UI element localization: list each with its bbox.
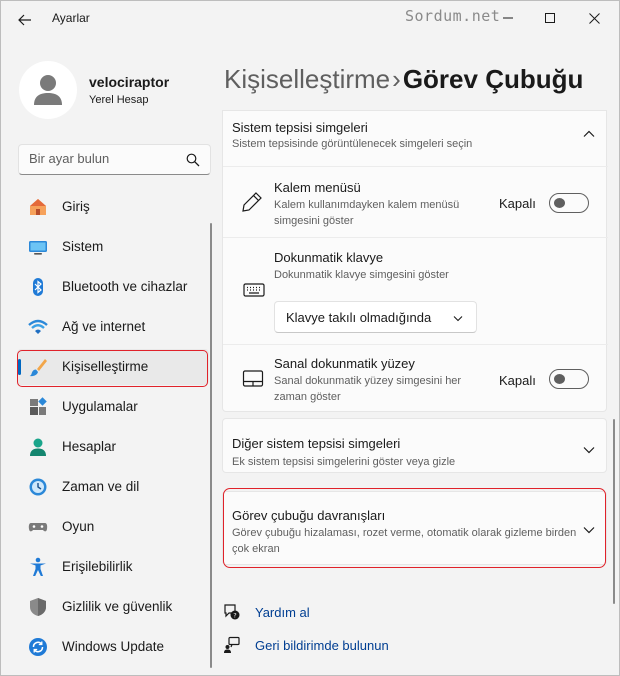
sidebar-item-ag[interactable]: Ağ ve internet xyxy=(17,309,209,345)
pen-icon xyxy=(242,192,262,212)
search-icon[interactable] xyxy=(186,153,200,167)
sidebar-item-uygulamalar[interactable]: Uygulamalar xyxy=(17,389,209,425)
sidebar-item-label: Uygulamalar xyxy=(62,399,138,414)
sidebar-item-giris[interactable]: Giriş xyxy=(17,189,209,225)
shield-icon xyxy=(30,598,46,616)
tray-icons-header[interactable]: Sistem tepsisi simgeleri Sistem tepsisin… xyxy=(223,111,608,166)
user-avatar-icon xyxy=(34,75,62,105)
tray-icons-title: Sistem tepsisi simgeleri xyxy=(232,120,368,135)
monitor-icon xyxy=(29,241,47,255)
update-icon xyxy=(29,638,47,656)
avatar[interactable] xyxy=(19,61,77,119)
person-icon xyxy=(30,438,46,456)
other-tray-description: Ek sistem tepsisi simgelerini göster vey… xyxy=(232,456,456,468)
feedback-link[interactable]: Geri bildirimde bulunun xyxy=(223,636,389,654)
chevron-up-icon[interactable] xyxy=(582,127,596,141)
touch-keyboard-dropdown[interactable]: Klavye takılı olmadığında xyxy=(274,301,477,333)
pen-menu-state: Kapalı xyxy=(499,196,536,211)
sidebar-item-label: Erişilebilirlik xyxy=(62,559,133,574)
virtual-touchpad-toggle[interactable] xyxy=(549,369,589,389)
maximize-button[interactable] xyxy=(529,5,571,31)
virtual-touchpad-state: Kapalı xyxy=(499,373,536,388)
divider xyxy=(223,166,608,167)
title-bar: Ayarlar Sordum.net xyxy=(1,1,619,37)
sidebar-item-label: Sistem xyxy=(62,239,104,254)
clock-globe-icon xyxy=(29,478,47,496)
touch-keyboard-description: Dokunmatik klavye simgesini göster xyxy=(274,269,449,281)
chevron-down-icon xyxy=(453,316,463,322)
sidebar-item-windows-update[interactable]: Windows Update xyxy=(17,629,209,665)
back-button[interactable] xyxy=(11,9,39,31)
sidebar-item-hesaplar[interactable]: Hesaplar xyxy=(17,429,209,465)
sidebar-item-label: Ağ ve internet xyxy=(62,319,146,334)
feedback-icon xyxy=(224,636,240,653)
sidebar-item-gizlilik[interactable]: Gizlilik ve güvenlik xyxy=(17,589,209,625)
divider xyxy=(223,344,608,345)
search-box[interactable] xyxy=(18,144,211,175)
search-input[interactable] xyxy=(29,151,179,166)
virtual-touchpad-title: Sanal dokunmatik yüzey xyxy=(274,356,415,371)
sidebar-item-label: Zaman ve dil xyxy=(62,479,140,494)
sidebar-scrollbar[interactable] xyxy=(210,223,212,668)
maximize-icon xyxy=(545,13,555,23)
wifi-icon xyxy=(28,319,48,334)
help-icon: ? xyxy=(224,604,240,620)
touch-keyboard-title: Dokunmatik klavye xyxy=(274,250,384,265)
account-type: Yerel Hesap xyxy=(89,94,149,106)
divider xyxy=(223,237,608,238)
home-icon xyxy=(30,199,46,215)
sidebar-item-label: Giriş xyxy=(62,199,90,214)
bluetooth-icon xyxy=(33,278,43,296)
sidebar-item-bluetooth[interactable]: Bluetooth ve cihazlar xyxy=(17,269,209,305)
sidebar-item-zaman[interactable]: Zaman ve dil xyxy=(17,469,209,505)
content-scrollbar[interactable] xyxy=(613,419,615,604)
user-name: velociraptor xyxy=(89,74,170,90)
minimize-button[interactable] xyxy=(487,5,529,31)
other-tray-icons-card[interactable]: Diğer sistem tepsisi simgeleri Ek sistem… xyxy=(222,418,607,473)
sidebar-item-label: Windows Update xyxy=(62,639,165,654)
accessibility-icon xyxy=(30,557,46,576)
close-icon xyxy=(588,12,600,24)
virtual-touchpad-description: Sanal dokunmatik yüzey simgesini her zam… xyxy=(274,375,462,403)
sidebar-item-oyun[interactable]: Oyun xyxy=(17,509,209,545)
apps-icon xyxy=(30,397,47,415)
other-tray-title: Diğer sistem tepsisi simgeleri xyxy=(232,436,401,451)
touchpad-icon xyxy=(242,370,264,387)
help-link[interactable]: ? Yardım al xyxy=(223,603,310,621)
pen-menu-toggle[interactable] xyxy=(549,193,589,213)
minimize-icon xyxy=(503,17,513,19)
settings-window: Ayarlar Sordum.net velociraptor Yerel He… xyxy=(0,0,620,676)
toggle-knob xyxy=(554,198,565,208)
help-link-text[interactable]: Yardım al xyxy=(255,605,310,620)
breadcrumb: Kişiselleştirme›Görev Çubuğu xyxy=(224,64,583,95)
back-arrow-icon xyxy=(18,14,31,26)
sidebar-item-label: Hesaplar xyxy=(62,439,117,454)
tray-icons-description: Sistem tepsisinde görüntülenecek simgele… xyxy=(232,138,473,150)
pen-menu-description: Kalem kullanımdayken kalem menüsü simges… xyxy=(274,199,460,227)
sidebar-item-label: Gizlilik ve güvenlik xyxy=(62,599,173,614)
gamepad-icon xyxy=(28,523,48,532)
highlight-frame-taskbar-behaviors xyxy=(223,488,606,568)
close-button[interactable] xyxy=(573,5,615,31)
page-title: Görev Çubuğu xyxy=(402,64,584,94)
toggle-knob xyxy=(554,374,565,384)
window-title: Ayarlar xyxy=(52,11,90,25)
breadcrumb-parent[interactable]: Kişiselleştirme xyxy=(224,64,390,94)
dropdown-value: Klavye takılı olmadığında xyxy=(286,310,432,325)
pen-menu-title: Kalem menüsü xyxy=(274,180,361,195)
breadcrumb-separator: › xyxy=(392,64,401,94)
tray-icons-panel: Sistem tepsisi simgeleri Sistem tepsisin… xyxy=(222,110,608,412)
sidebar-item-label: Oyun xyxy=(62,519,95,534)
sidebar-item-sistem[interactable]: Sistem xyxy=(17,229,209,265)
feedback-link-text[interactable]: Geri bildirimde bulunun xyxy=(255,638,389,653)
svg-text:?: ? xyxy=(233,612,236,620)
keyboard-icon xyxy=(243,283,265,297)
sidebar-item-label: Bluetooth ve cihazlar xyxy=(62,279,188,294)
highlight-frame-kisisellestirme xyxy=(17,350,208,387)
chevron-down-icon[interactable] xyxy=(582,443,596,457)
sidebar-item-erisilebilirlik[interactable]: Erişilebilirlik xyxy=(17,549,209,585)
sidebar-nav: Giriş Sistem Bluetooth ve cihazlar Ağ ve… xyxy=(17,189,209,669)
